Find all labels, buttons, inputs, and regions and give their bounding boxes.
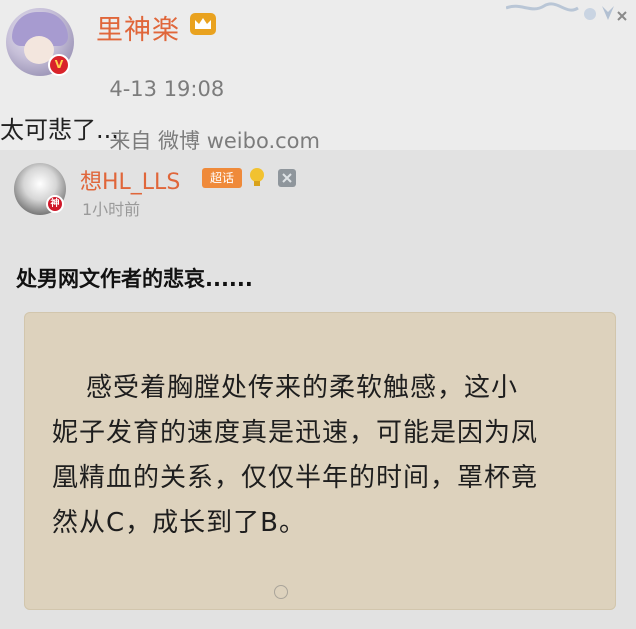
repost-username[interactable]: 想HL_LLS bbox=[80, 164, 180, 196]
image-text-line: 感受着胸膛处传来的柔软触感，这小 bbox=[86, 373, 519, 403]
fan-badge: 超话 bbox=[202, 168, 242, 188]
post-username[interactable]: 里神楽 bbox=[96, 8, 180, 47]
post-text: 太可悲了... bbox=[0, 116, 119, 144]
decoration-graphic bbox=[506, 2, 627, 21]
post-time: 4-13 19:08 bbox=[109, 77, 225, 101]
post-meta: 4-13 19:08 来自 微博 weibo.com bbox=[96, 53, 320, 155]
verified-badge-icon: V bbox=[48, 54, 70, 76]
lightbulb-icon bbox=[250, 168, 264, 186]
watermark-icon bbox=[274, 585, 288, 599]
crown-icon bbox=[190, 13, 216, 35]
repost-text: 处男网文作者的悲哀...... bbox=[16, 267, 253, 291]
medal-icon bbox=[278, 169, 296, 187]
repost-avatar-badge-icon: 神 bbox=[46, 195, 64, 213]
image-text-line: 妮子发育的速度真是迅速，可能是因为凤 bbox=[52, 418, 539, 448]
image-text: 感受着胸膛处传来的柔软触感，这小 妮子发育的速度真是迅速，可能是因为凤 凰精血的… bbox=[52, 366, 612, 546]
repost-time: 1小时前 bbox=[82, 200, 141, 219]
image-text-line: 凰精血的关系，仅仅半年的时间，罩杯竟 bbox=[52, 463, 539, 493]
image-text-line: 然从C，成长到了B。 bbox=[52, 508, 306, 538]
